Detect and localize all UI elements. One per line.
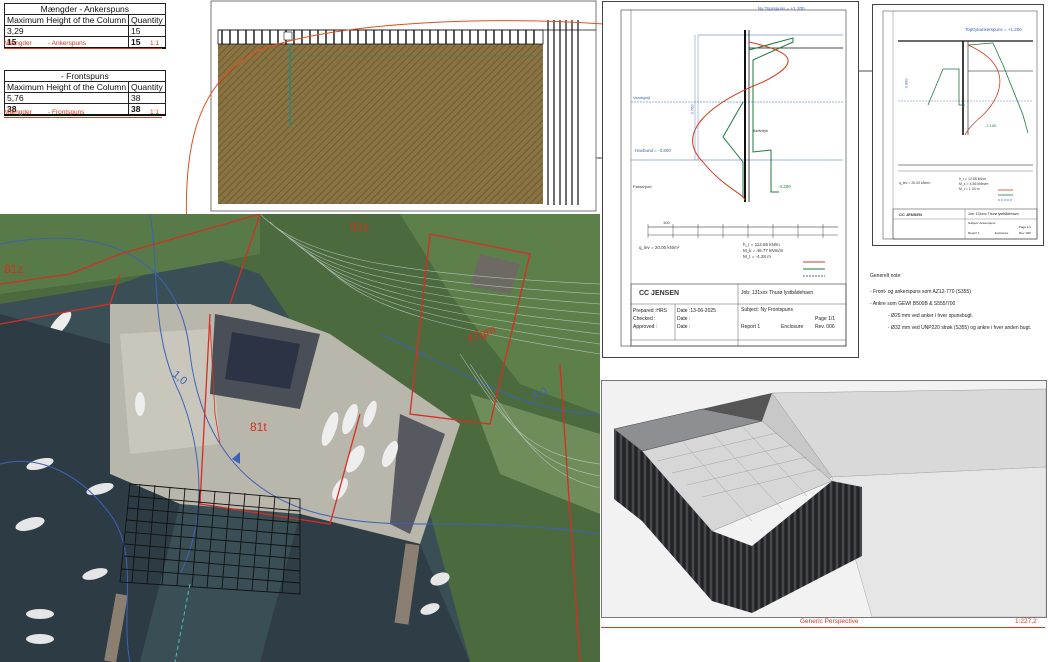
perspective-scale: 1:227,2	[1015, 618, 1037, 625]
section-date: Date :13-06-2025	[677, 308, 716, 314]
anchor-page: Page 1/1	[1019, 225, 1032, 229]
section-load-q: q_lev = 20.00 kN/m²	[639, 245, 680, 250]
anker-table-title: Mængder - Ankerspuns	[4, 3, 166, 15]
notes-heading: Generelt note:	[870, 273, 902, 279]
general-notes: Generelt note: - Front- og ankerspuns so…	[870, 272, 1031, 332]
front-footer-right: 1:1	[150, 109, 160, 116]
zone-label-81t: 81t	[250, 420, 267, 434]
notes-line-3: - Ø25 mm ved anker i hver spunsbugt.	[888, 313, 974, 319]
front-row-height: 5,76	[3, 92, 130, 104]
notes-line-4: - Ø32 mm ved UNP220 strøk (S355) og ankr…	[888, 325, 1032, 331]
section-approved: Approved :	[633, 324, 658, 330]
section-prepared: Prepared :HRS	[633, 308, 667, 314]
section-water-label: Vandspejl	[633, 95, 651, 100]
anchor-rev: Rev. 006	[1019, 231, 1031, 235]
anchor-load-q: q_lev = 20.00 kN/m²	[899, 181, 931, 185]
anchor-bottom-level: -2.100	[985, 123, 997, 128]
section-dimension: 3.700	[689, 104, 695, 115]
anker-col-qty: Quantity	[128, 14, 166, 26]
anchor-report: Report 1	[968, 231, 980, 235]
section-date-2: Date :	[677, 316, 691, 322]
section-axis-scale: 100	[663, 220, 670, 225]
anker-footer-mid: - Ankerspuns	[48, 40, 86, 47]
section-rev: Rev. 006	[815, 324, 835, 330]
front-row-qty: 38	[128, 92, 166, 104]
front-footer-mid: - Frontspuns	[48, 109, 85, 116]
anker-footer-left: Mængder	[4, 40, 32, 47]
section-signatures: Prepared :HRS Checked : Approved :	[633, 307, 667, 331]
notes-line-1: - Front- og ankerspuns som AZ12-770 (S35…	[870, 289, 971, 295]
notes-line-2: - Ankre som GEWI B500B & S555/700	[870, 301, 956, 307]
section-bottom-level: -4.200	[778, 184, 791, 189]
anchor-enclosure: Enclosure	[995, 231, 1009, 235]
section-report: Report 1	[741, 324, 761, 330]
section-subject: Subject: Ny Frontspuns	[741, 307, 793, 313]
anker-footer-line	[4, 48, 162, 49]
anchor-job: Job: 131xxx Thurø lystbådehavn	[968, 212, 1019, 216]
section-ground-level: Havbund = -3.800	[635, 148, 671, 153]
zone-label-81c: 81c	[350, 220, 370, 234]
front-col-qty: Quantity	[128, 81, 166, 93]
section-enclosure: Enclosure	[781, 324, 804, 330]
section-note-active: Aktivtryk	[753, 128, 769, 133]
perspective-label: Generic Perspective	[800, 618, 859, 625]
perspective-footer-line	[601, 627, 1045, 628]
front-col-height: Maximum Height of the Column	[3, 81, 130, 93]
section-dates: Date :13-06-2025 Date : Date :	[677, 307, 716, 331]
anchor-analysis-sheet[interactable]: Toptrykankerspuns = +1.200 3.000 -2.100 …	[872, 4, 1044, 246]
anker-total-qty: 15	[128, 36, 166, 49]
section-page: Page 1/1	[815, 316, 836, 322]
anchor-company-logo: CC JENSEN	[899, 212, 922, 217]
anker-footer-right: 1:1	[150, 40, 160, 47]
anker-row-qty: 15	[128, 25, 166, 37]
anchor-stat-mt: M_t = 1.34 m	[959, 187, 980, 191]
section-date-3: Date :	[677, 324, 691, 330]
aerial-site-map[interactable]	[0, 214, 600, 662]
anchor-dimension: 3.000	[903, 78, 909, 89]
front-footer-left: Mængder	[4, 109, 32, 116]
company-logo: CC JENSEN	[639, 290, 680, 297]
anchor-subject: Subject: Ankerspuns	[968, 221, 996, 225]
section-analysis-sheet[interactable]: Ny Toprspuns = +1.200 Vandspejl Havbund …	[602, 1, 859, 358]
anchor-top-level: Toptrykankerspuns = +1.200	[965, 27, 1022, 32]
section-note-passive: Passivjord	[633, 184, 652, 189]
section-stats: h_r = 112.65 kN/m M_k = 46.77 kNm/m M_t …	[743, 242, 783, 260]
section-stat-mt: M_t = -4.28 m	[743, 254, 771, 259]
anchor-stats: h_r = 12.85 kN/m M_k = 4.56 kNm/m M_t = …	[959, 177, 988, 192]
zone-label-81z: 81z	[4, 262, 24, 276]
section-job: Job: 131xxx Thurø lystbådehavn	[741, 290, 814, 296]
anker-row-height: 3,29	[3, 25, 130, 37]
section-checked: Checked :	[633, 316, 656, 322]
front-total-qty: 38	[128, 103, 166, 116]
perspective-view[interactable]	[601, 380, 1047, 618]
front-table-title: - Frontspuns	[4, 70, 166, 82]
anker-col-height: Maximum Height of the Column	[3, 14, 130, 26]
front-footer-line	[4, 117, 162, 118]
section-top-level: Ny Toprspuns = +1.200	[758, 6, 805, 11]
